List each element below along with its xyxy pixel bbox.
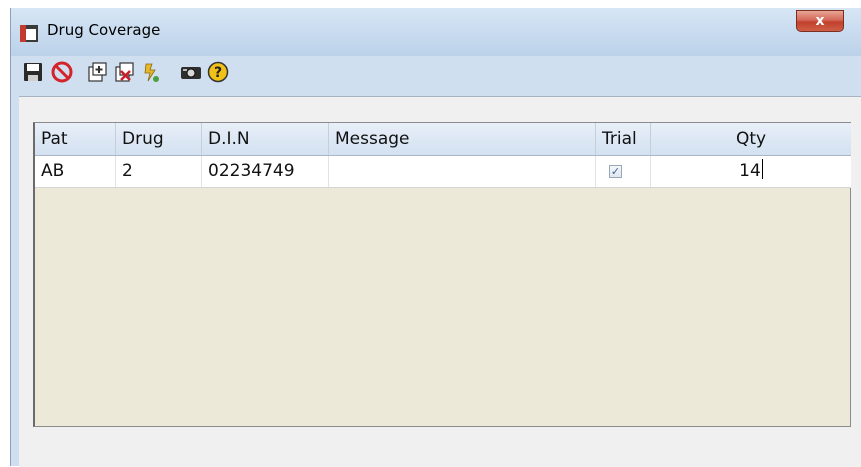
column-header-trial[interactable]: Trial — [596, 123, 651, 155]
help-icon: ? — [207, 61, 229, 83]
content-panel: Pat Drug D.I.N Message Trial Qty AB 2 02… — [19, 96, 861, 467]
add-icon — [88, 62, 107, 82]
add-button[interactable] — [85, 60, 109, 84]
cancel-button[interactable] — [50, 60, 74, 84]
edit-icon — [144, 63, 159, 82]
column-header-message[interactable]: Message — [329, 123, 596, 155]
table-row[interactable]: AB 2 02234749 ✓ 14 — [35, 156, 851, 188]
delete-button[interactable] — [112, 60, 136, 84]
cell-din[interactable]: 02234749 — [202, 156, 329, 187]
text-caret — [761, 159, 763, 179]
cell-qty-editor[interactable]: 14 — [651, 156, 851, 187]
save-button[interactable] — [21, 60, 45, 84]
drug-coverage-grid: Pat Drug D.I.N Message Trial Qty AB 2 02… — [33, 122, 851, 427]
cell-message[interactable] — [329, 156, 596, 187]
qty-value: 14 — [739, 161, 761, 181]
window-icon — [20, 25, 38, 42]
title-bar[interactable]: Drug Coverage x — [11, 8, 861, 56]
window-title: Drug Coverage — [47, 21, 161, 39]
save-icon — [24, 63, 42, 81]
column-header-qty[interactable]: Qty — [651, 123, 851, 155]
cell-pat[interactable]: AB — [35, 156, 116, 187]
camera-button[interactable] — [179, 60, 203, 84]
trial-checkbox[interactable]: ✓ — [609, 165, 622, 178]
close-button[interactable]: x — [796, 10, 844, 32]
column-header-drug[interactable]: Drug — [116, 123, 202, 155]
column-header-din[interactable]: D.I.N — [202, 123, 329, 155]
svg-text:?: ? — [214, 65, 222, 81]
toolbar: ? — [19, 58, 319, 88]
edit-button[interactable] — [139, 60, 163, 84]
cell-trial[interactable]: ✓ — [596, 156, 651, 187]
cell-drug[interactable]: 2 — [116, 156, 202, 187]
camera-icon — [181, 67, 201, 79]
grid-header: Pat Drug D.I.N Message Trial Qty — [35, 123, 851, 156]
delete-icon — [115, 62, 134, 82]
column-header-pat[interactable]: Pat — [35, 123, 116, 155]
drug-coverage-window: Drug Coverage x ? Pat Drug D.I.N Message… — [10, 8, 861, 467]
help-button[interactable]: ? — [206, 60, 230, 84]
cancel-icon — [51, 61, 73, 83]
